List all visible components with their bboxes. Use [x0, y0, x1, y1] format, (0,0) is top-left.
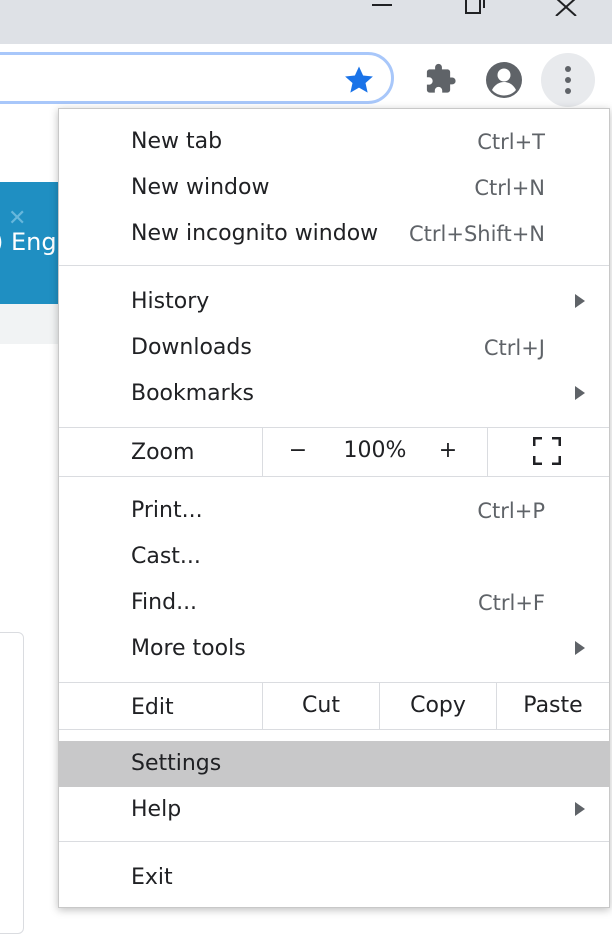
menu-item-shortcut: Ctrl+F — [477, 591, 545, 615]
submenu-arrow-icon — [575, 386, 585, 400]
zoom-label: Zoom — [131, 440, 195, 465]
page-strip — [0, 304, 60, 344]
kebab-menu-button[interactable] — [541, 53, 595, 107]
menu-item-history[interactable]: History — [59, 279, 609, 325]
menu-item-label: Help — [131, 797, 182, 822]
menu-item-label: New incognito window — [131, 221, 379, 246]
menu-item-settings[interactable]: Settings — [59, 741, 609, 787]
zoom-out-button[interactable]: − — [281, 438, 315, 463]
menu-item-shortcut: Ctrl+N — [474, 176, 545, 200]
menu-item-more-tools[interactable]: More tools — [59, 626, 609, 672]
menu-item-label: Cast... — [131, 544, 201, 569]
menu-item-shortcut: Ctrl+J — [483, 336, 545, 360]
menu-item-shortcut: Ctrl+T — [477, 130, 545, 154]
menu-divider — [59, 841, 609, 842]
menu-item-new-incognito-window[interactable]: New incognito window Ctrl+Shift+N — [59, 211, 609, 257]
menu-item-label: New window — [131, 175, 270, 200]
window-title-bar — [0, 0, 612, 44]
cut-button[interactable]: Cut — [263, 693, 379, 718]
menu-item-print[interactable]: Print... Ctrl+P — [59, 488, 609, 534]
zoom-in-button[interactable]: + — [431, 438, 465, 463]
menu-item-label: Bookmarks — [131, 381, 254, 406]
zoom-row: Zoom − 100% + — [59, 428, 609, 476]
menu-item-shortcut: Ctrl+P — [477, 499, 545, 523]
zoom-divider — [487, 428, 488, 476]
menu-divider — [59, 729, 609, 730]
zoom-divider — [262, 428, 263, 476]
menu-divider — [59, 265, 609, 266]
language-selector-text[interactable]: ) Eng — [0, 228, 57, 256]
fullscreen-icon[interactable] — [532, 436, 562, 466]
extensions-icon[interactable] — [420, 60, 460, 100]
menu-item-find[interactable]: Find... Ctrl+F — [59, 580, 609, 626]
submenu-arrow-icon — [575, 294, 585, 308]
edit-row: Edit Cut Copy Paste — [59, 683, 609, 729]
close-icon[interactable] — [544, 0, 588, 16]
submenu-arrow-icon — [575, 641, 585, 655]
menu-item-bookmarks[interactable]: Bookmarks — [59, 371, 609, 417]
browser-main-menu: New tab Ctrl+T New window Ctrl+N New inc… — [58, 108, 610, 908]
page-card — [0, 632, 24, 934]
menu-item-exit[interactable]: Exit — [59, 855, 609, 901]
menu-item-cast[interactable]: Cast... — [59, 534, 609, 580]
menu-item-label: Print... — [131, 498, 203, 523]
menu-item-label: New tab — [131, 129, 223, 154]
menu-item-label: Settings — [131, 751, 222, 776]
minimize-icon[interactable] — [360, 0, 404, 16]
bookmark-star-icon[interactable] — [342, 63, 376, 97]
zoom-level-value: 100% — [343, 438, 407, 463]
menu-item-label: History — [131, 289, 210, 314]
kebab-menu-icon — [565, 66, 571, 94]
restore-icon[interactable] — [452, 0, 496, 16]
menu-divider — [59, 476, 609, 477]
menu-item-downloads[interactable]: Downloads Ctrl+J — [59, 325, 609, 371]
menu-item-label: Find... — [131, 590, 198, 615]
profile-icon[interactable] — [484, 60, 524, 100]
menu-item-label: Exit — [131, 865, 173, 890]
menu-item-label: Downloads — [131, 335, 252, 360]
edit-label: Edit — [131, 695, 174, 720]
paste-button[interactable]: Paste — [497, 693, 609, 718]
submenu-arrow-icon — [575, 802, 585, 816]
menu-item-shortcut: Ctrl+Shift+N — [409, 222, 545, 246]
copy-button[interactable]: Copy — [380, 693, 496, 718]
address-bar[interactable] — [0, 52, 394, 104]
menu-item-new-tab[interactable]: New tab Ctrl+T — [59, 119, 609, 165]
menu-item-label: More tools — [131, 636, 246, 661]
menu-item-new-window[interactable]: New window Ctrl+N — [59, 165, 609, 211]
menu-item-help[interactable]: Help — [59, 787, 609, 833]
